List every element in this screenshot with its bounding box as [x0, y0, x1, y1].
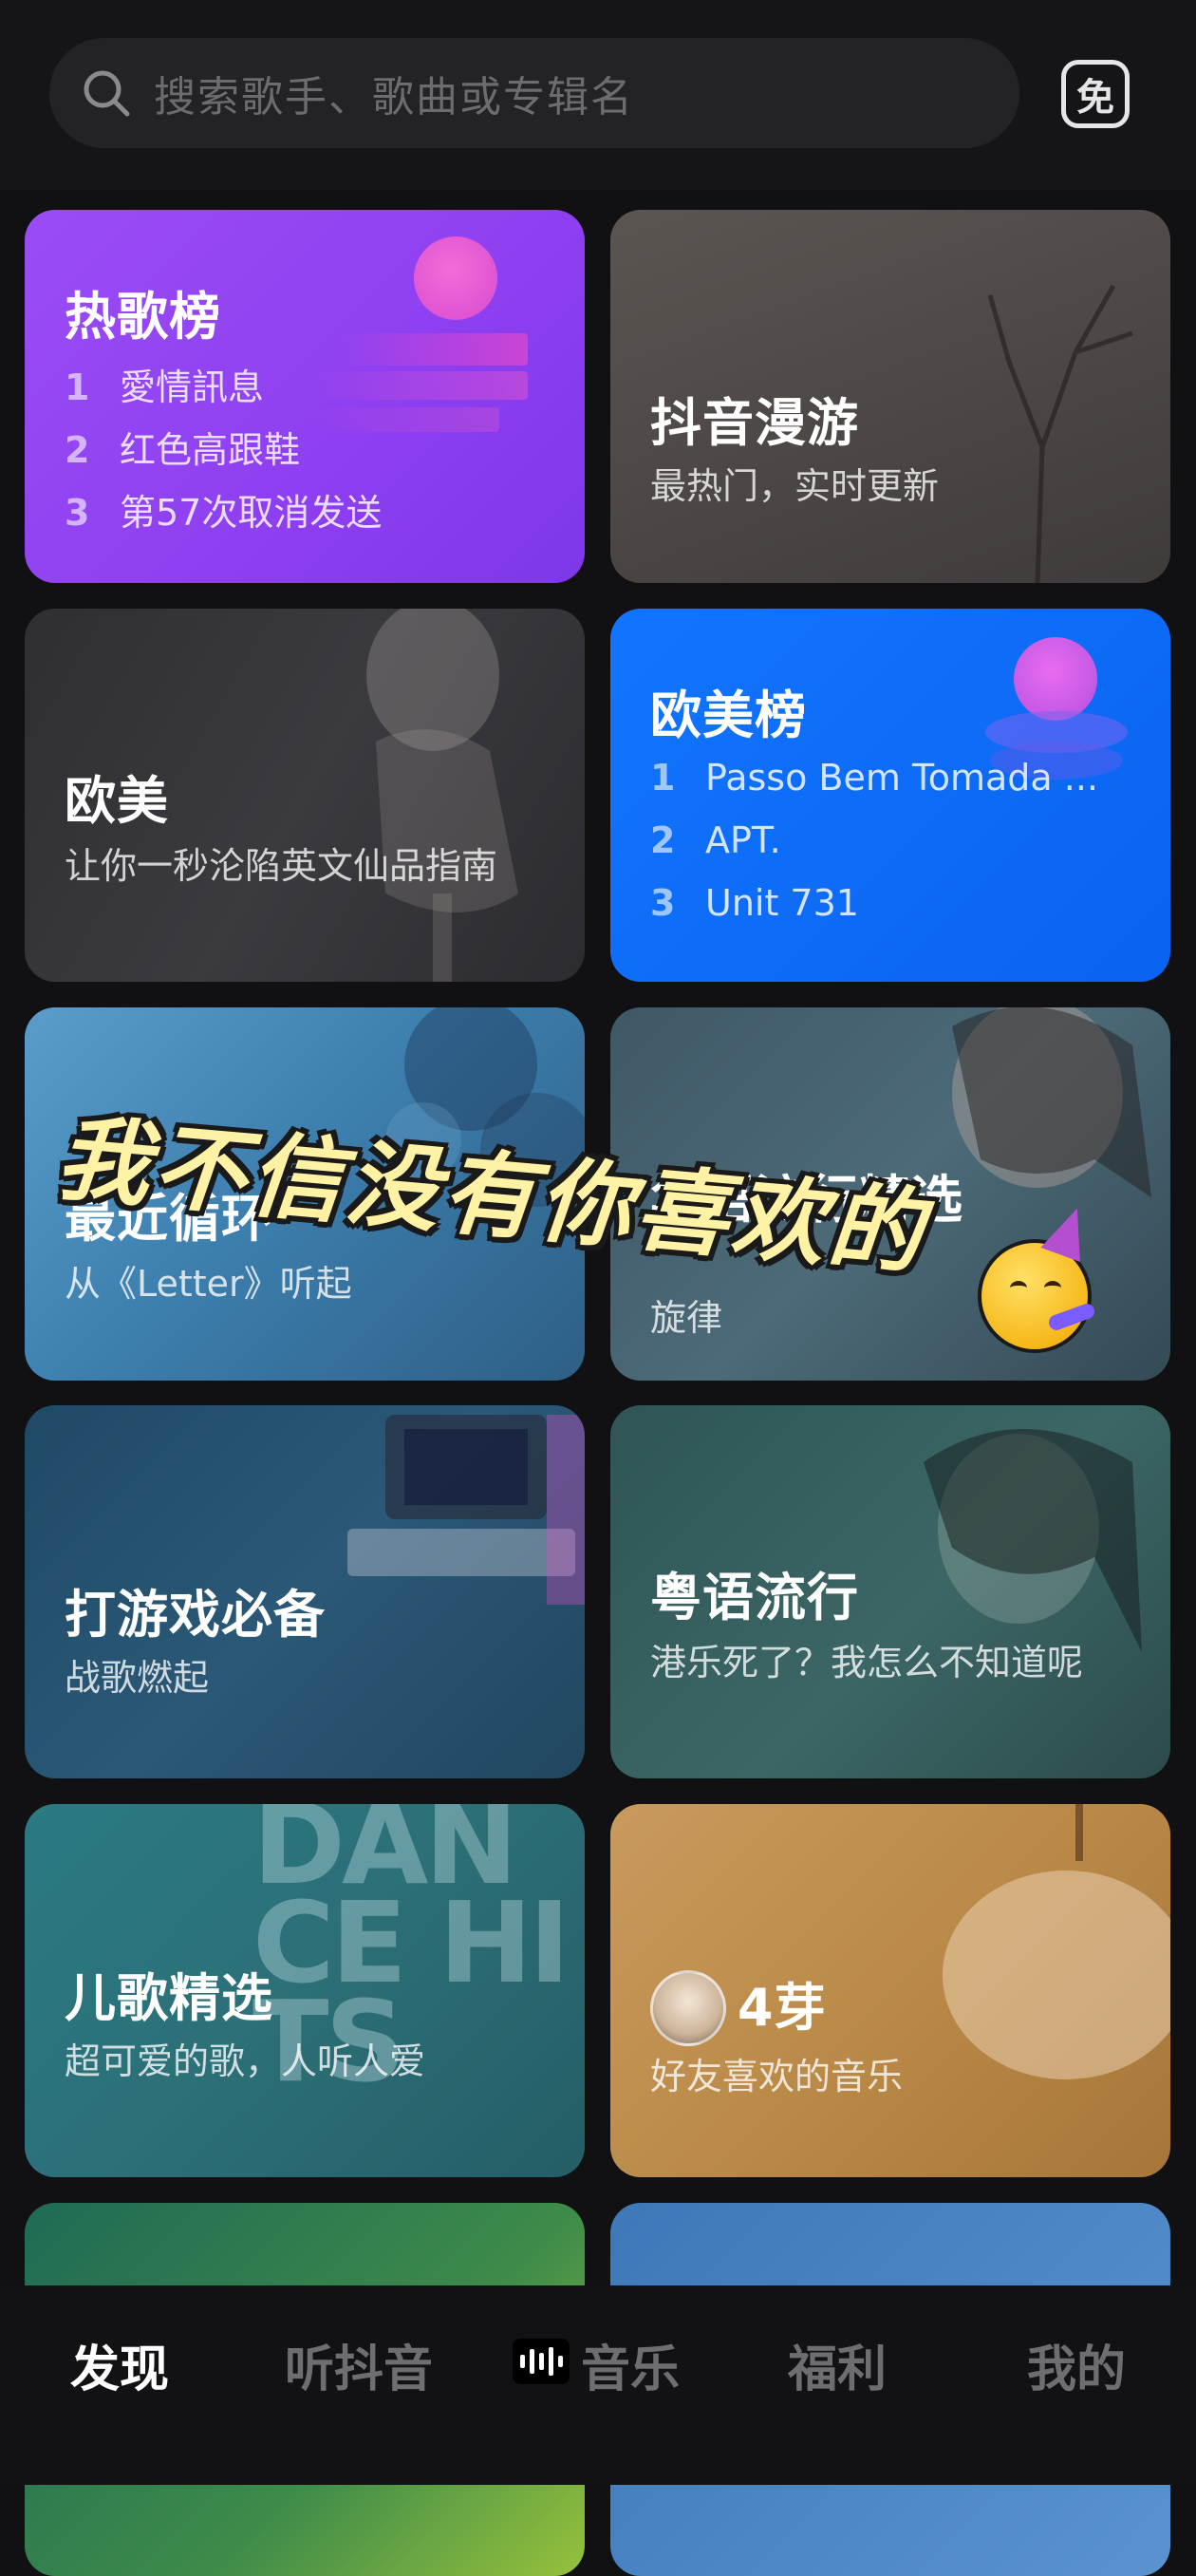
card-douyin-roam[interactable]: 抖音漫游 最热门，实时更新	[610, 210, 1170, 583]
card-subtitle: 让你一秒沦陷英文仙品指南	[65, 845, 498, 887]
search-input[interactable]: 搜索歌手、歌曲或专辑名	[49, 38, 1019, 148]
tab-listen-douyin[interactable]: 听抖音	[285, 2329, 433, 2400]
sun-decoration	[1014, 637, 1097, 721]
card-title: 欧美榜	[650, 686, 807, 745]
card-western-chart[interactable]: 欧美榜 1 Passo Bem Tomada ... 2 APT. 3 Unit 73…	[610, 609, 1170, 982]
bar-decoration	[309, 371, 528, 400]
bar-decoration	[338, 333, 528, 366]
tree-image	[987, 284, 1133, 583]
album-art-image	[366, 609, 518, 982]
tab-discover[interactable]: 发现	[70, 2329, 169, 2400]
rank-item: 3 第57次取消发送	[65, 492, 383, 534]
rank-item: 3 Unit 731	[650, 882, 859, 924]
card-subtitle: 港乐死了？我怎么不知道呢	[650, 1642, 1084, 1683]
portrait-image	[924, 1429, 1142, 1652]
bottom-nav: 发现 听抖音 音乐 福利 我的	[0, 2285, 1196, 2485]
card-subtitle: 最热门，实时更新	[650, 465, 940, 507]
card-kids-songs[interactable]: DANCE HITS 儿歌精选 超可爱的歌，人听人爱	[25, 1804, 585, 2177]
card-western[interactable]: 欧美 让你一秒沦陷英文仙品指南	[25, 609, 585, 982]
card-cantonese-pop[interactable]: 粤语流行 港乐死了？我怎么不知道呢	[610, 1405, 1170, 1778]
top-bar: 搜索歌手、歌曲或专辑名 免	[0, 0, 1196, 190]
card-hot-songs[interactable]: 热歌榜 1 愛情訊息 2 红色高跟鞋 3 第57次取消发送	[25, 210, 585, 583]
rank-item: 2 APT.	[650, 819, 781, 861]
rank-item: 1 Passo Bem Tomada ...	[650, 757, 1098, 799]
music-bars-icon	[513, 2339, 570, 2384]
party-face-icon	[978, 1201, 1097, 1353]
search-placeholder: 搜索歌手、歌曲或专辑名	[154, 73, 634, 122]
card-gaming[interactable]: 打游戏必备 战歌燃起	[25, 1405, 585, 1778]
search-icon	[84, 70, 130, 117]
card-title: 打游戏必备	[65, 1585, 326, 1645]
card-subtitle: 战歌燃起	[65, 1657, 210, 1699]
tab-welfare[interactable]: 福利	[788, 2329, 887, 2400]
avatar	[650, 1970, 726, 2046]
rank-item: 2 红色高跟鞋	[65, 429, 301, 471]
bar-decoration	[309, 407, 499, 432]
rank-item: 1 愛情訊息	[65, 367, 265, 408]
card-title: 抖音漫游	[650, 393, 859, 453]
sun-decoration	[414, 236, 497, 320]
card-title: 粤语流行	[650, 1568, 859, 1627]
card-subtitle: 好友喜欢的音乐	[650, 2056, 904, 2097]
card-friend-likes[interactable]: 4芽 好友喜欢的音乐	[610, 1804, 1170, 2177]
tab-music[interactable]: 音乐	[581, 2329, 680, 2400]
free-mode-icon[interactable]: 免	[1061, 60, 1130, 128]
card-title: 热歌榜	[65, 287, 221, 347]
card-title: 儿歌精选	[65, 1968, 273, 2028]
card-title: 欧美	[65, 771, 169, 831]
friend-name: 4芽	[738, 1978, 827, 2038]
card-subtitle: 超可爱的歌，人听人爱	[65, 2040, 426, 2082]
fur-image	[943, 1804, 1170, 2079]
tab-mine[interactable]: 我的	[1027, 2329, 1126, 2400]
